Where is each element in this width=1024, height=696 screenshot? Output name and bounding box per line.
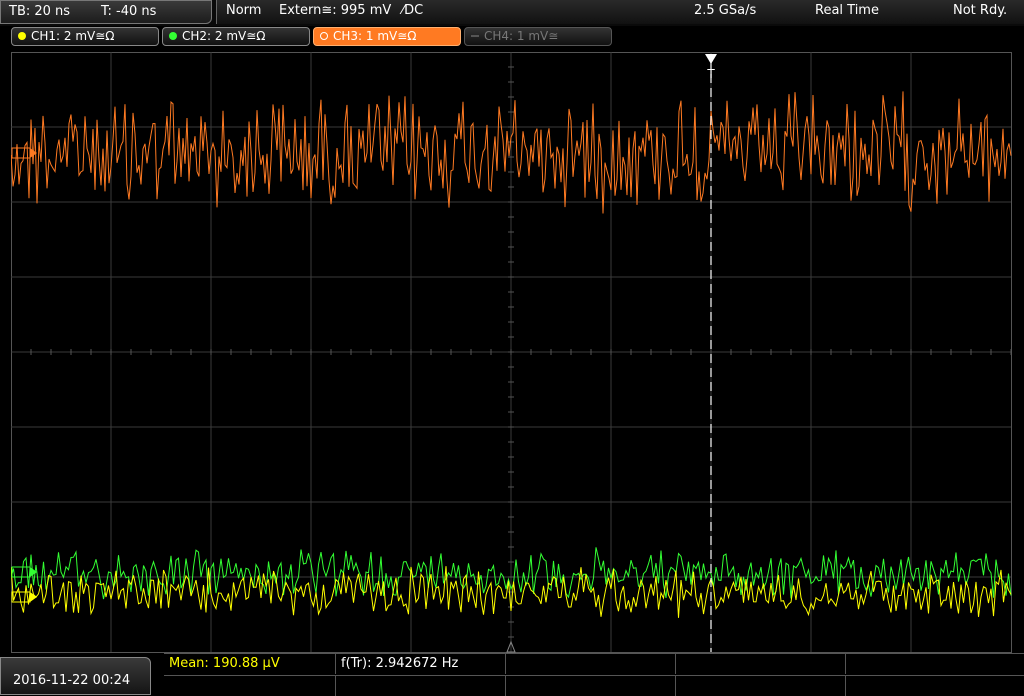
measurement-slot-8[interactable] xyxy=(506,675,676,696)
trigger-source: Extern≅: 995 mV xyxy=(279,3,392,18)
ch4-indicator-icon xyxy=(471,35,479,37)
ch1-label: CH1: 2 mV≅Ω xyxy=(31,29,115,43)
mean-measurement[interactable]: Mean: 190.88 µV xyxy=(164,654,336,674)
waveform-canvas: T xyxy=(11,52,1012,653)
ch2-label: CH2: 2 mV≅Ω xyxy=(182,29,266,43)
sample-rate: 2.5 GSa/s xyxy=(694,3,757,18)
trigger-marker-label: T xyxy=(706,67,715,81)
trigger-position-label: T: -40 ns xyxy=(101,4,157,19)
acquisition-status-strip[interactable]: Norm Extern≅: 995 mV ⁄DC 2.5 GSa/s Real … xyxy=(216,0,1024,24)
trigger-coupling: ⁄DC xyxy=(402,3,424,18)
timebase-label: TB: 20 ns xyxy=(9,4,71,19)
trigger-frequency-measurement[interactable]: f(Tr): 2.942672 Hz xyxy=(336,654,506,674)
ch3-label: CH3: 1 mV≅Ω xyxy=(333,29,417,43)
acquisition-state: Not Rdy. xyxy=(953,3,1008,18)
tab-ch4[interactable]: CH4: 1 mV≅ xyxy=(464,27,612,46)
ch3-indicator-icon xyxy=(320,32,328,40)
waveform-display[interactable]: T xyxy=(11,52,1012,653)
datetime-label: 2016-11-22 00:24 xyxy=(13,673,131,688)
tab-ch2[interactable]: CH2: 2 mV≅Ω xyxy=(162,27,310,46)
measurement-slot-7[interactable] xyxy=(336,675,506,696)
timebase-box[interactable]: TB: 20 ns T: -40 ns xyxy=(0,0,212,24)
measurement-slot-6[interactable] xyxy=(164,675,336,696)
measurement-slot-3[interactable] xyxy=(506,654,676,674)
measurement-bar[interactable]: Mean: 190.88 µV f(Tr): 2.942672 Hz xyxy=(164,653,1024,696)
top-status-bar: TB: 20 ns T: -40 ns Norm Extern≅: 995 mV… xyxy=(0,0,1024,26)
measurement-slot-9[interactable] xyxy=(676,675,846,696)
datetime-box: 2016-11-22 00:24 xyxy=(0,657,151,695)
tab-ch3[interactable]: CH3: 1 mV≅Ω xyxy=(313,27,461,46)
acquisition-mode: Real Time xyxy=(815,3,879,18)
trigger-mode: Norm xyxy=(226,3,262,18)
measurement-slot-5[interactable] xyxy=(846,654,1024,674)
ch2-indicator-icon xyxy=(169,32,177,40)
tab-ch1[interactable]: CH1: 2 mV≅Ω xyxy=(11,27,159,46)
measurement-slot-10[interactable] xyxy=(846,675,1024,696)
measurement-slot-4[interactable] xyxy=(676,654,846,674)
ch4-label: CH4: 1 mV≅ xyxy=(484,29,559,43)
ch1-indicator-icon xyxy=(18,32,26,40)
